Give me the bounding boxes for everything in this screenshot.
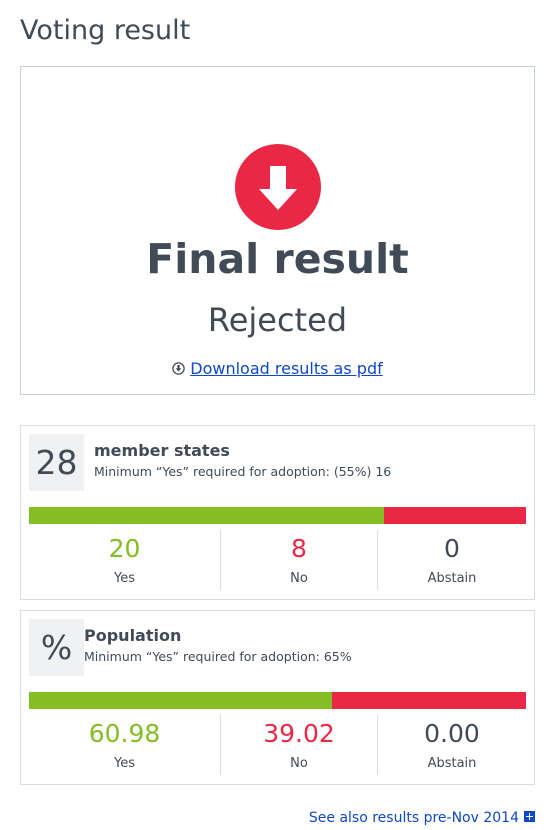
yes-value: 60.98 [88, 719, 161, 748]
population-no-bar [332, 692, 526, 709]
member-states-counts: 20 Yes 8 No 0 Abstain [29, 530, 526, 590]
no-value: 8 [291, 534, 307, 563]
member-states-badge: 28 [29, 434, 84, 491]
abstain-value: 0.00 [424, 719, 480, 748]
no-value: 39.02 [263, 719, 335, 748]
population-yes-count: 60.98 Yes [29, 715, 220, 775]
population-panel: % Population Minimum “Yes” required for … [20, 610, 535, 785]
arrow-down-circle-icon [235, 144, 321, 230]
see-also-label[interactable]: See also results pre-Nov 2014 [309, 810, 519, 826]
abstain-value: 0 [444, 534, 460, 563]
download-pdf-link[interactable]: Download results as pdf [190, 359, 382, 378]
population-heading: Population [84, 626, 182, 645]
yes-label: Yes [114, 756, 135, 771]
plus-square-icon[interactable] [524, 811, 535, 822]
no-label: No [290, 571, 308, 586]
member-states-no-count: 8 No [220, 530, 377, 590]
yes-label: Yes [114, 571, 135, 586]
download-row: Download results as pdf [21, 358, 534, 380]
abstain-label: Abstain [427, 756, 477, 771]
yes-value: 20 [108, 534, 141, 563]
member-states-yes-count: 20 Yes [29, 530, 220, 590]
member-states-no-bar [384, 507, 526, 524]
population-subtitle: Minimum “Yes” required for adoption: 65% [84, 649, 352, 664]
final-result-value: Rejected [207, 301, 348, 339]
population-abstain-count: 0.00 Abstain [377, 715, 526, 775]
final-result-title: Final result [146, 235, 409, 283]
no-label: No [290, 756, 308, 771]
member-states-abstain-count: 0 Abstain [377, 530, 526, 590]
member-states-subtitle: Minimum “Yes” required for adoption: (55… [94, 464, 392, 479]
page-title: Voting result [20, 15, 191, 46]
final-result-box: Final result Rejected Download results a… [20, 66, 535, 395]
abstain-label: Abstain [427, 571, 477, 586]
population-no-count: 39.02 No [220, 715, 377, 775]
population-vote-bar [29, 692, 526, 709]
download-circle-icon[interactable] [172, 359, 185, 375]
member-states-heading: member states [94, 441, 230, 460]
member-states-panel: 28 member states Minimum “Yes” required … [20, 425, 535, 600]
population-counts: 60.98 Yes 39.02 No 0.00 Abstain [29, 715, 526, 775]
population-badge: % [29, 619, 84, 676]
member-states-yes-bar [29, 507, 384, 524]
member-states-vote-bar [29, 507, 526, 524]
population-yes-bar [29, 692, 333, 709]
see-also-pre-nov-2014-link[interactable]: See also results pre-Nov 2014 [309, 807, 535, 829]
